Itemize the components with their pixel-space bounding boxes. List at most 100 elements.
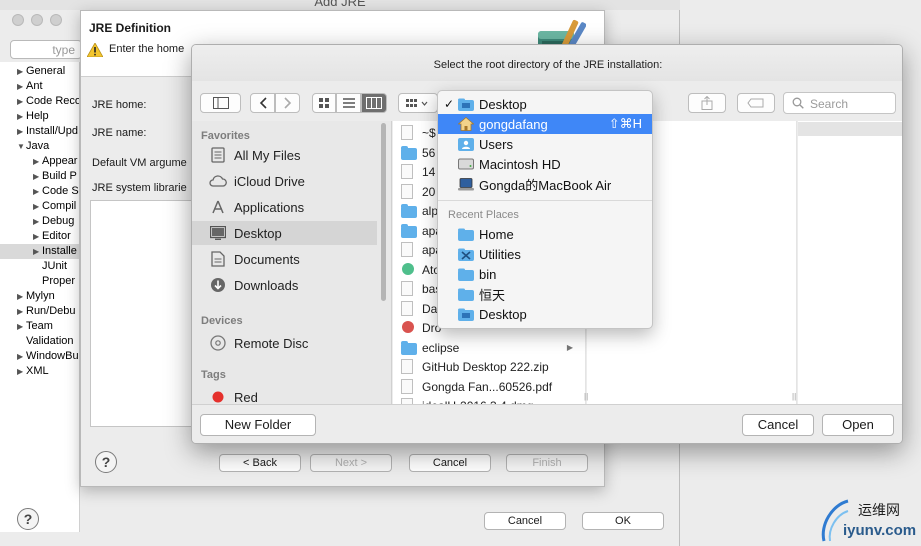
devices-header: Devices — [201, 315, 243, 327]
menu-item[interactable]: Utilities — [438, 244, 652, 264]
menu-item[interactable]: ✓ Desktop — [438, 94, 652, 114]
menu-item[interactable]: Gongda的MacBook Air — [438, 174, 652, 194]
menu-item[interactable]: gongdafang ⇧⌘H — [438, 114, 652, 134]
menu-item[interactable]: Macintosh HD — [438, 154, 652, 174]
tree-item[interactable]: ▶ Editor — [0, 229, 79, 244]
vm-arguments-label: Default VM argume — [92, 157, 187, 169]
new-folder-button[interactable]: New Folder — [200, 414, 316, 436]
disclosure-closed-icon[interactable]: ▶ — [33, 214, 42, 229]
tree-item-label: Java — [26, 140, 50, 152]
disclosure-closed-icon[interactable]: ▶ — [17, 94, 26, 109]
disclosure-closed-icon[interactable]: ▶ — [33, 169, 42, 184]
sidebar-item[interactable]: All My Files — [192, 143, 377, 167]
minimize-window-button[interactable] — [31, 14, 43, 26]
cancel-button[interactable]: Cancel — [484, 512, 566, 530]
disclosure-closed-icon[interactable]: ▶ — [33, 184, 42, 199]
disclosure-closed-icon[interactable]: ▶ — [33, 199, 42, 214]
disclosure-closed-icon[interactable]: ▶ — [33, 244, 42, 259]
sidebar-item[interactable]: Desktop — [192, 221, 377, 245]
menu-item[interactable]: 恒天 — [438, 284, 652, 304]
disclosure-closed-icon[interactable]: ▶ — [17, 304, 26, 319]
disclosure-closed-icon[interactable]: ▶ — [33, 229, 42, 244]
disclosure-closed-icon[interactable]: ▶ — [17, 364, 26, 379]
open-button[interactable]: Open — [822, 414, 894, 436]
tree-item[interactable]: ▶ XML — [0, 364, 79, 379]
system-libraries-list[interactable] — [90, 200, 195, 427]
filter-placeholder: type — [52, 43, 75, 57]
menu-item[interactable]: Users — [438, 134, 652, 154]
downloads-icon — [209, 276, 227, 294]
file-row[interactable]: GitHub Desktop 222.zip — [393, 357, 583, 377]
sidebar-toggle-button[interactable] — [200, 93, 241, 113]
next-button[interactable]: Next > — [310, 454, 392, 472]
tree-item[interactable]: ▶ Help — [0, 109, 79, 124]
disclosure-closed-icon[interactable]: ▶ — [17, 319, 26, 334]
tree-item[interactable]: ▶ Code S — [0, 184, 79, 199]
file-name: eclipse — [422, 340, 460, 355]
filter-input[interactable]: type — [10, 40, 82, 59]
tree-item[interactable]: ▶ Code Reco — [0, 94, 79, 109]
sidebar-item[interactable]: Applications — [192, 195, 377, 219]
column-resize-handle[interactable]: || — [584, 392, 588, 401]
back-nav-button[interactable] — [250, 93, 275, 113]
tree-item[interactable]: ▼Java — [0, 139, 79, 154]
tree-item[interactable]: ▶ WindowBu — [0, 349, 79, 364]
arrange-icon — [406, 99, 428, 107]
share-button[interactable] — [688, 93, 726, 113]
tree-item[interactable]: ▶ Build P — [0, 169, 79, 184]
arrange-button[interactable] — [398, 93, 438, 113]
sidebar-item[interactable]: iCloud Drive — [192, 169, 377, 193]
disclosure-closed-icon[interactable]: ▶ — [17, 79, 26, 94]
preference-tree: ▶ General ▶ Ant ▶ Code Reco ▶ Help ▶ Install/Upd ▼… — [0, 62, 80, 532]
file-row[interactable]: idealU-2016.3.4.dmg — [393, 396, 583, 404]
tree-item[interactable]: ▶ Compil — [0, 199, 79, 214]
tree-item[interactable]: ▶ Run/Debu — [0, 304, 79, 319]
ok-button[interactable]: OK — [582, 512, 664, 530]
tree-item[interactable]: Proper — [0, 274, 79, 289]
file-row[interactable]: eclipse ▶ — [393, 338, 583, 358]
search-input[interactable]: Search — [783, 92, 896, 114]
sidebar-item[interactable]: Documents — [192, 247, 377, 271]
tree-item[interactable]: ▶ Ant — [0, 79, 79, 94]
sidebar-item-label: Red — [234, 389, 258, 405]
tree-item[interactable]: ▶ Mylyn — [0, 289, 79, 304]
tree-item[interactable]: ▶ Install/Upd — [0, 124, 79, 139]
disc-icon — [209, 334, 227, 352]
tree-item[interactable]: ▶ General — [0, 64, 79, 79]
disclosure-closed-icon[interactable]: ▶ — [33, 154, 42, 169]
file-row[interactable]: Gongda Fan...60526.pdf — [393, 377, 583, 397]
help-button[interactable]: ? — [17, 508, 39, 530]
disclosure-closed-icon[interactable]: ▶ — [17, 289, 26, 304]
list-view-button[interactable] — [336, 93, 361, 113]
sidebar-tag-item[interactable]: Red — [192, 385, 377, 404]
back-button[interactable]: < Back — [219, 454, 301, 472]
tree-item[interactable]: Validation — [0, 334, 79, 349]
menu-item[interactable]: bin — [438, 264, 652, 284]
icon-view-button[interactable] — [312, 93, 336, 113]
tag-button[interactable] — [737, 93, 775, 113]
disclosure-closed-icon[interactable]: ▶ — [17, 109, 26, 124]
zoom-window-button[interactable] — [50, 14, 62, 26]
disclosure-open-icon[interactable]: ▼ — [17, 139, 26, 154]
column-resize-handle-2[interactable]: || — [792, 392, 796, 401]
menu-item[interactable]: Desktop — [438, 304, 652, 324]
tree-item[interactable]: ▶ Team — [0, 319, 79, 334]
disclosure-closed-icon[interactable]: ▶ — [17, 64, 26, 79]
disclosure-closed-icon[interactable]: ▶ — [17, 124, 26, 139]
disclosure-closed-icon[interactable]: ▶ — [17, 349, 26, 364]
tree-item[interactable]: ▶ Debug — [0, 214, 79, 229]
tree-item[interactable]: JUnit — [0, 259, 79, 274]
forward-nav-button[interactable] — [275, 93, 300, 113]
sidebar-scrollbar[interactable] — [381, 123, 386, 301]
sidebar-item[interactable]: Downloads — [192, 273, 377, 297]
help-button[interactable]: ? — [95, 451, 117, 473]
column-view-button[interactable] — [361, 93, 387, 113]
cancel-button[interactable]: Cancel — [742, 414, 814, 436]
tree-item[interactable]: ▶ Installe — [0, 244, 79, 259]
tree-item[interactable]: ▶ Appear — [0, 154, 79, 169]
finish-button[interactable]: Finish — [506, 454, 588, 472]
sidebar-item[interactable]: Remote Disc — [192, 331, 377, 355]
cancel-button[interactable]: Cancel — [409, 454, 491, 472]
menu-item[interactable]: Home — [438, 224, 652, 244]
close-window-button[interactable] — [12, 14, 24, 26]
